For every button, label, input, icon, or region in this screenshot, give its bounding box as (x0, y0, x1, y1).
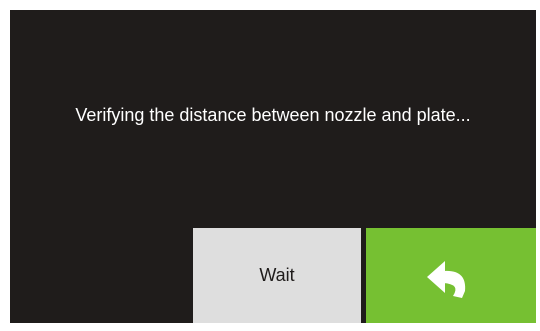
status-message: Verifying the distance between nozzle an… (75, 105, 471, 125)
printer-screen: Verifying the distance between nozzle an… (10, 10, 536, 323)
back-button[interactable] (366, 228, 536, 323)
wait-button-label: Wait (259, 265, 295, 285)
return-arrow-icon (366, 251, 536, 301)
wait-button[interactable]: Wait (193, 228, 361, 323)
